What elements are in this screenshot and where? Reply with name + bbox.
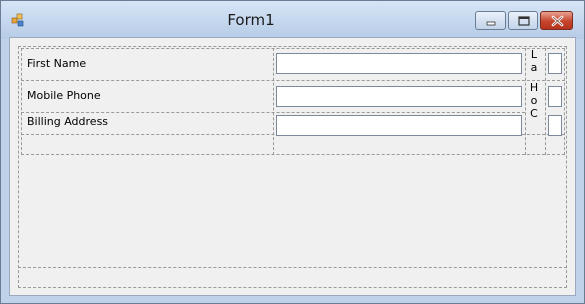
close-button[interactable] [540, 11, 573, 30]
billing-address-label: Billing Address [27, 115, 109, 128]
minimize-button[interactable] [475, 11, 506, 30]
maximize-button[interactable] [508, 11, 538, 30]
form1-window: Form1 First Name Mobile Phone Billing Ad… [0, 0, 585, 304]
side-label-char: L [530, 48, 538, 61]
mobile-phone-field[interactable] [276, 86, 522, 107]
side-label-char: o [530, 94, 538, 107]
first-name-label: First Name [27, 57, 87, 70]
side-label-char: a [530, 61, 538, 74]
mobile-phone-label: Mobile Phone [27, 89, 101, 102]
narrow-field-1[interactable] [548, 53, 562, 74]
narrow-field-2[interactable] [548, 86, 562, 107]
close-icon [551, 15, 564, 27]
panel-separator [18, 267, 567, 268]
title-bar[interactable]: Form1 [1, 1, 584, 39]
side-label-char: H [529, 81, 539, 94]
billing-address-field[interactable] [276, 115, 522, 136]
table-grid-line [525, 48, 526, 155]
side-label-char: C [530, 107, 538, 120]
window-title: Form1 [227, 11, 275, 29]
table-grid-line [273, 48, 274, 155]
narrow-field-3[interactable] [548, 115, 562, 136]
table-grid-line [21, 112, 525, 113]
side-label-bottom: H o C [528, 81, 540, 120]
minimize-icon [486, 21, 496, 26]
side-label-top: L a [528, 48, 540, 74]
form-client-area: First Name Mobile Phone Billing Address … [9, 37, 576, 296]
table-grid-line [21, 80, 565, 81]
maximize-icon [518, 16, 530, 26]
table-grid-line [545, 48, 546, 155]
first-name-field[interactable] [276, 53, 522, 74]
